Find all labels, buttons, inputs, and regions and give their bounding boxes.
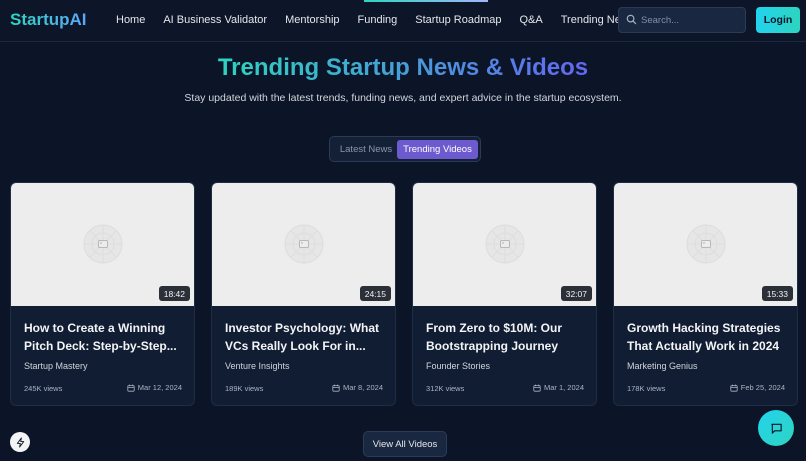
video-date-text: Feb 25, 2024 bbox=[740, 383, 785, 392]
nav-link-funding[interactable]: Funding bbox=[358, 14, 398, 26]
video-title[interactable]: How to Create a Winning Pitch Deck: Step… bbox=[24, 319, 186, 355]
page-subtitle: Stay updated with the latest trends, fun… bbox=[184, 92, 622, 104]
image-placeholder-icon bbox=[485, 224, 525, 264]
tab-latest-news[interactable]: Latest News bbox=[334, 140, 398, 159]
chat-button[interactable] bbox=[758, 410, 794, 446]
image-placeholder-icon bbox=[284, 224, 324, 264]
video-thumbnail[interactable]: 18:42 bbox=[11, 183, 194, 306]
tab-trending-videos[interactable]: Trending Videos bbox=[397, 140, 478, 159]
image-placeholder-icon bbox=[686, 224, 726, 264]
video-date: Mar 12, 2024 bbox=[127, 383, 182, 392]
video-author: Founder Stories bbox=[426, 361, 491, 371]
video-views: 178K views bbox=[627, 384, 666, 393]
video-date: Feb 25, 2024 bbox=[730, 383, 785, 392]
calendar-icon bbox=[332, 384, 340, 392]
login-button[interactable]: Login bbox=[756, 7, 800, 33]
video-card[interactable]: 24:15 Investor Psychology: What VCs Real… bbox=[211, 182, 396, 406]
video-card[interactable]: 32:07 From Zero to $10M: Our Bootstrappi… bbox=[412, 182, 597, 406]
video-author: Venture Insights bbox=[225, 361, 290, 371]
video-title[interactable]: Investor Psychology: What VCs Really Loo… bbox=[225, 319, 387, 355]
video-thumbnail[interactable]: 15:33 bbox=[614, 183, 797, 306]
page-title: Trending Startup News & Videos bbox=[217, 54, 589, 81]
video-views: 189K views bbox=[225, 384, 264, 393]
video-date-text: Mar 1, 2024 bbox=[543, 383, 584, 392]
calendar-icon bbox=[533, 384, 541, 392]
calendar-icon bbox=[730, 384, 738, 392]
content-tabs: Latest News Trending Videos bbox=[329, 136, 481, 162]
video-duration: 18:42 bbox=[158, 286, 190, 301]
nav-link-home[interactable]: Home bbox=[116, 14, 145, 26]
video-views: 312K views bbox=[426, 384, 465, 393]
search-input[interactable] bbox=[641, 11, 741, 29]
nav-link-startup-roadmap[interactable]: Startup Roadmap bbox=[415, 14, 501, 26]
top-navbar: StartupAI Home AI Business Validator Men… bbox=[0, 0, 806, 42]
video-title[interactable]: Growth Hacking Strategies That Actually … bbox=[627, 319, 789, 355]
brand-logo[interactable]: StartupAI bbox=[10, 10, 87, 30]
nav-active-indicator bbox=[364, 0, 488, 2]
video-date: Mar 1, 2024 bbox=[533, 383, 584, 392]
video-date-text: Mar 12, 2024 bbox=[137, 383, 182, 392]
bolt-icon bbox=[16, 436, 24, 448]
video-title[interactable]: From Zero to $10M: Our Bootstrapping Jou… bbox=[426, 319, 588, 355]
video-duration: 15:33 bbox=[761, 286, 793, 301]
video-thumbnail[interactable]: 32:07 bbox=[413, 183, 596, 306]
video-thumbnail[interactable]: 24:15 bbox=[212, 183, 395, 306]
nav-link-ai-business-validator[interactable]: AI Business Validator bbox=[163, 14, 267, 26]
nav-link-qa[interactable]: Q&A bbox=[520, 14, 543, 26]
video-author: Startup Mastery bbox=[24, 361, 88, 371]
video-date-text: Mar 8, 2024 bbox=[342, 383, 383, 392]
search-icon bbox=[626, 14, 637, 25]
video-duration: 24:15 bbox=[359, 286, 391, 301]
bolt-button[interactable] bbox=[10, 432, 30, 452]
video-duration: 32:07 bbox=[560, 286, 592, 301]
search-box[interactable] bbox=[618, 7, 746, 33]
chat-icon bbox=[770, 423, 782, 434]
video-date: Mar 8, 2024 bbox=[332, 383, 383, 392]
view-all-videos-button[interactable]: View All Videos bbox=[363, 431, 447, 457]
video-card[interactable]: 15:33 Growth Hacking Strategies That Act… bbox=[613, 182, 798, 406]
video-author: Marketing Genius bbox=[627, 361, 698, 371]
calendar-icon bbox=[127, 384, 135, 392]
nav-links: Home AI Business Validator Mentorship Fu… bbox=[116, 14, 652, 26]
image-placeholder-icon bbox=[83, 224, 123, 264]
video-card[interactable]: 18:42 How to Create a Winning Pitch Deck… bbox=[10, 182, 195, 406]
nav-link-mentorship[interactable]: Mentorship bbox=[285, 14, 339, 26]
video-views: 245K views bbox=[24, 384, 63, 393]
